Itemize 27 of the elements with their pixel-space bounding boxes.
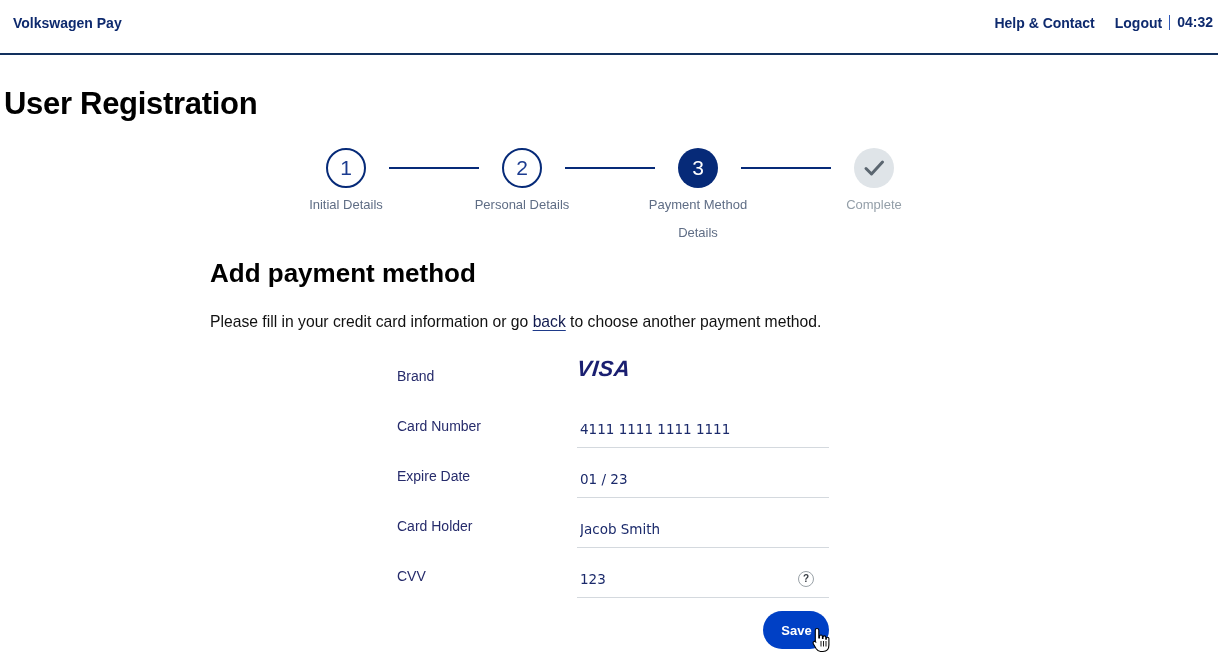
card-brand-logo: VISA (575, 358, 632, 380)
nav-link[interactable]: Help & Contact (994, 14, 1095, 31)
field-label: Card Number (397, 417, 482, 435)
step-label: Personal Details (473, 196, 571, 214)
step-label: Complete (845, 196, 903, 214)
field-label: Expire Date (397, 467, 471, 485)
input-field[interactable]: 01 / 23 (577, 461, 829, 498)
brand-name: Volkswagen Pay (13, 14, 122, 31)
step-circle: 2 (502, 148, 542, 188)
back-link[interactable]: back (532, 313, 566, 330)
section-heading: Add payment method (210, 258, 476, 288)
session-timer: 04:32 (1169, 15, 1213, 30)
step-label: Initial Details (308, 196, 384, 214)
save-button[interactable]: Save (763, 611, 829, 649)
field-label: CVV (397, 567, 426, 585)
help-button[interactable]: ? (798, 571, 814, 587)
step-label: Payment Method Details (647, 196, 749, 242)
input-field[interactable]: 4111 1111 1111 1111 (577, 411, 829, 448)
field-label: Brand (397, 367, 435, 385)
input-field[interactable]: Jacob Smith (577, 511, 829, 548)
page-title: User Registration (4, 87, 258, 121)
intro-text: Please fill in your credit card information or go back to choose another payment method. (210, 312, 822, 332)
step-circle: 3 (678, 148, 718, 188)
hand-cursor-icon (812, 627, 830, 653)
field-label: Card Holder (397, 517, 473, 535)
step-circle: 1 (326, 148, 366, 188)
nav-link[interactable]: Logout (1114, 14, 1163, 31)
